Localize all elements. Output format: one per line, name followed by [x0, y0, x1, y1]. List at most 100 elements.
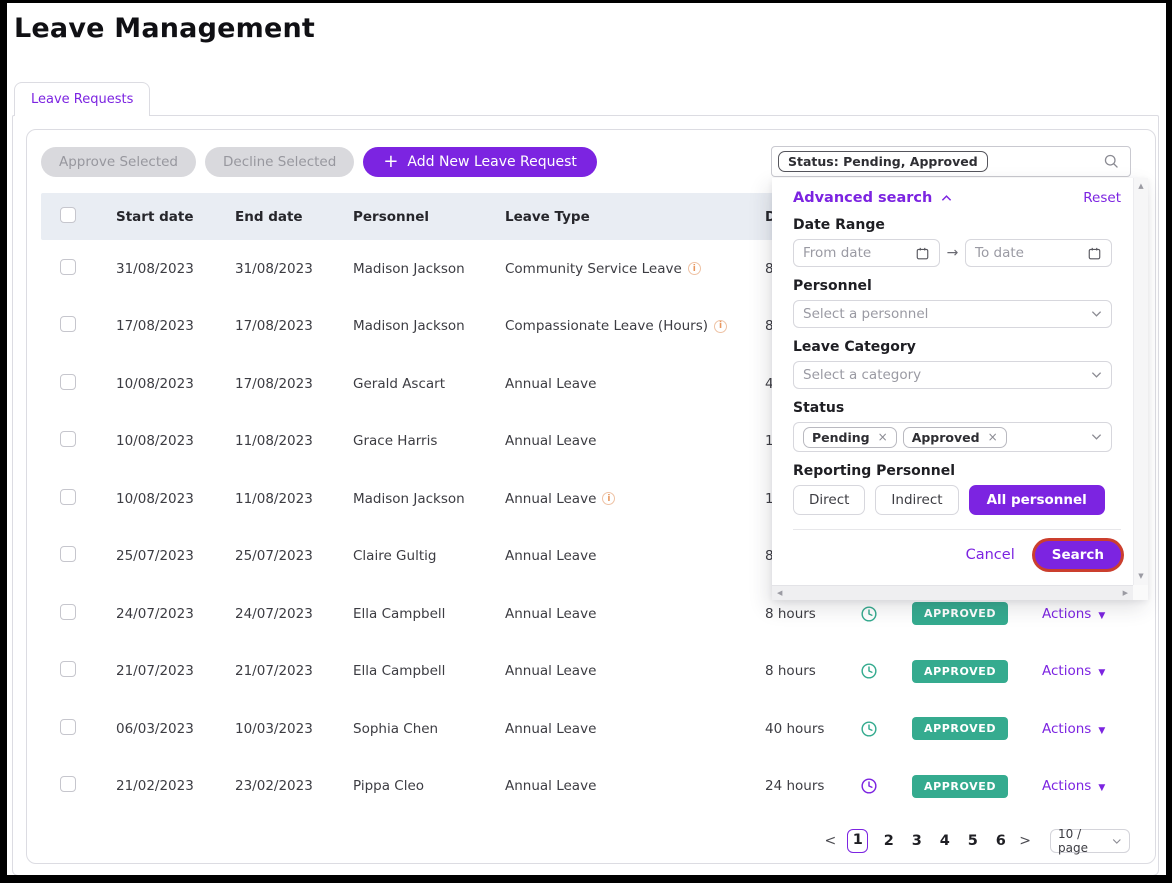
- actions-button[interactable]: Actions▼: [1042, 778, 1105, 794]
- plus-icon: +: [383, 153, 398, 171]
- remove-chip-icon[interactable]: ×: [878, 430, 888, 444]
- panel-horizontal-scrollbar[interactable]: ◀ ▶: [772, 585, 1133, 600]
- reporting-indirect-button[interactable]: Indirect: [875, 485, 958, 515]
- calendar-icon: [1087, 246, 1102, 261]
- pagination-page-6[interactable]: 6: [993, 833, 1008, 849]
- start-date-cell: 17/08/2023: [116, 318, 235, 334]
- add-leave-request-button[interactable]: + Add New Leave Request: [363, 147, 597, 177]
- end-date-cell: 23/02/2023: [235, 778, 353, 794]
- from-date-input[interactable]: From date: [793, 239, 940, 267]
- start-date-cell: 21/02/2023: [116, 778, 235, 794]
- personnel-cell: Madison Jackson: [353, 491, 505, 507]
- page-size-value: 10 / page: [1058, 827, 1112, 855]
- personnel-cell: Grace Harris: [353, 433, 505, 449]
- status-cell: APPROVED: [912, 775, 1022, 798]
- clock-icon: [860, 777, 878, 795]
- leave-type-cell: Annual Leave: [505, 606, 765, 622]
- chevron-down-icon: [1112, 838, 1122, 845]
- caret-down-icon: ▼: [1098, 611, 1105, 621]
- start-date-cell: 06/03/2023: [116, 721, 235, 737]
- scroll-up-icon[interactable]: ▲: [1138, 183, 1143, 190]
- row-checkbox[interactable]: [60, 604, 76, 620]
- pagination-page-2[interactable]: 2: [881, 833, 896, 849]
- chevron-up-icon: [941, 194, 952, 202]
- actions-cell: Actions▼: [1022, 778, 1141, 794]
- duration-clock-cell: [860, 662, 912, 680]
- end-date-cell: 25/07/2023: [235, 548, 353, 564]
- status-multiselect[interactable]: Pending × Approved ×: [793, 422, 1112, 452]
- actions-button[interactable]: Actions▼: [1042, 606, 1105, 622]
- duration-clock-cell: [860, 720, 912, 738]
- tab-leave-requests[interactable]: Leave Requests: [14, 82, 150, 116]
- personnel-cell: Claire Gultig: [353, 548, 505, 564]
- panel-vertical-scrollbar[interactable]: ▲ ▼: [1133, 178, 1148, 585]
- page-size-select[interactable]: 10 / page: [1050, 829, 1130, 853]
- table-row: 06/03/2023 10/03/2023 Sophia Chen Annual…: [41, 700, 1141, 758]
- pagination: < 123456 > 10 / page: [27, 829, 1130, 853]
- reporting-direct-button[interactable]: Direct: [793, 485, 865, 515]
- leave-type-cell: Annual Leave: [505, 721, 765, 737]
- pagination-page-1[interactable]: 1: [847, 829, 868, 853]
- end-date-cell: 24/07/2023: [235, 606, 353, 622]
- leave-category-label: Leave Category: [793, 339, 1121, 355]
- row-checkbox[interactable]: [60, 719, 76, 735]
- search-button[interactable]: Search: [1035, 541, 1121, 569]
- row-checkbox[interactable]: [60, 489, 76, 505]
- row-checkbox[interactable]: [60, 259, 76, 275]
- chevron-down-icon: [1091, 310, 1102, 318]
- divider: [793, 529, 1121, 530]
- start-date-cell: 21/07/2023: [116, 663, 235, 679]
- pagination-page-3[interactable]: 3: [909, 833, 924, 849]
- scroll-down-icon[interactable]: ▼: [1138, 573, 1143, 580]
- to-date-input[interactable]: To date: [965, 239, 1112, 267]
- end-date-cell: 10/03/2023: [235, 721, 353, 737]
- end-date-cell: 21/07/2023: [235, 663, 353, 679]
- decline-selected-button[interactable]: Decline Selected: [205, 147, 354, 177]
- status-cell: APPROVED: [912, 602, 1022, 625]
- search-bar[interactable]: Status: Pending, Approved: [771, 146, 1131, 177]
- status-filter-tag[interactable]: Status: Pending, Approved: [778, 151, 988, 172]
- scroll-right-icon[interactable]: ▶: [1123, 590, 1128, 597]
- row-checkbox[interactable]: [60, 374, 76, 390]
- search-icon: [1103, 153, 1120, 170]
- row-checkbox[interactable]: [60, 661, 76, 677]
- row-checkbox[interactable]: [60, 431, 76, 447]
- advanced-search-panel: Advanced search Reset Date Range From da…: [772, 178, 1148, 600]
- pagination-page-5[interactable]: 5: [965, 833, 980, 849]
- row-checkbox[interactable]: [60, 776, 76, 792]
- row-checkbox[interactable]: [60, 316, 76, 332]
- duration-clock-cell: [860, 777, 912, 795]
- info-icon[interactable]: i: [688, 262, 701, 275]
- actions-button[interactable]: Actions▼: [1042, 721, 1105, 737]
- info-icon[interactable]: i: [714, 320, 727, 333]
- status-badge: APPROVED: [912, 717, 1008, 740]
- personnel-cell: Gerald Ascart: [353, 376, 505, 392]
- pagination-next-icon[interactable]: >: [1017, 833, 1033, 849]
- clock-icon: [860, 720, 878, 738]
- cancel-button[interactable]: Cancel: [966, 547, 1015, 563]
- pagination-prev-icon[interactable]: <: [823, 833, 839, 849]
- start-date-cell: 10/08/2023: [116, 433, 235, 449]
- personnel-select[interactable]: Select a personnel: [793, 300, 1112, 328]
- pagination-page-4[interactable]: 4: [937, 833, 952, 849]
- status-chip-approved: Approved ×: [903, 427, 1007, 448]
- reset-button[interactable]: Reset: [1083, 190, 1121, 206]
- start-date-cell: 10/08/2023: [116, 376, 235, 392]
- scroll-left-icon[interactable]: ◀: [777, 590, 782, 597]
- start-date-cell: 24/07/2023: [116, 606, 235, 622]
- remove-chip-icon[interactable]: ×: [988, 430, 998, 444]
- duration-clock-cell: [860, 605, 912, 623]
- column-header-personnel: Personnel: [353, 209, 505, 225]
- approve-selected-button[interactable]: Approve Selected: [41, 147, 196, 177]
- info-icon[interactable]: i: [602, 492, 615, 505]
- reporting-all-personnel-button[interactable]: All personnel: [969, 485, 1105, 515]
- actions-cell: Actions▼: [1022, 663, 1141, 679]
- leave-category-select[interactable]: Select a category: [793, 361, 1112, 389]
- leave-type-cell: Compassionate Leave (Hours)i: [505, 318, 765, 334]
- select-all-checkbox[interactable]: [60, 207, 76, 223]
- actions-button[interactable]: Actions▼: [1042, 663, 1105, 679]
- advanced-search-toggle[interactable]: Advanced search: [793, 190, 952, 206]
- personnel-label: Personnel: [793, 278, 1121, 294]
- row-checkbox[interactable]: [60, 546, 76, 562]
- date-range-label: Date Range: [793, 217, 1121, 233]
